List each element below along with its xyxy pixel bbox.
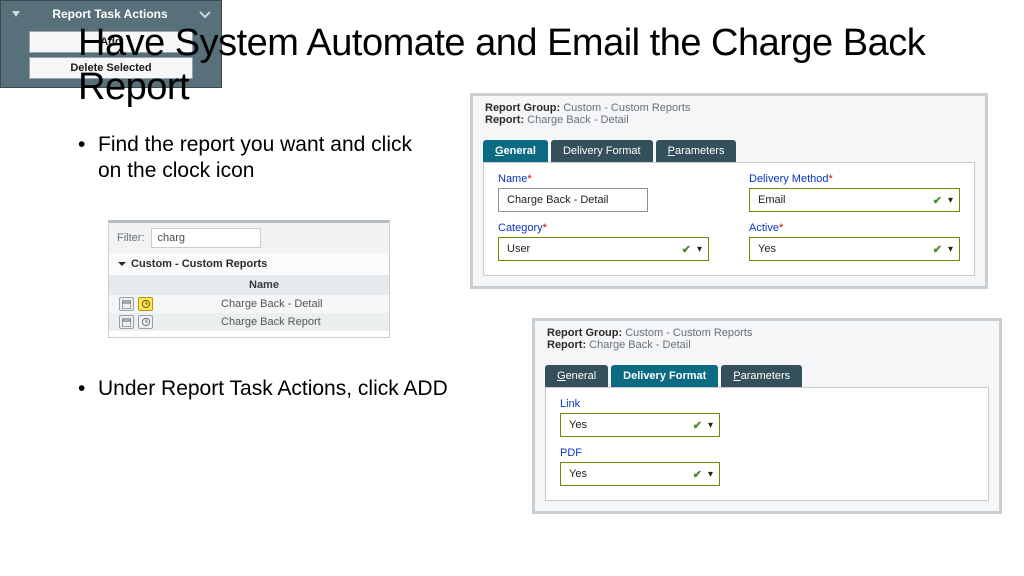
chevron-down-icon: ▾ [706,420,715,431]
tab-parameters[interactable]: Parameters [721,365,802,387]
chevron-down-icon: ▾ [946,195,955,206]
check-icon: ✔ [933,194,946,207]
report-group-value: Custom - Custom Reports [563,102,690,114]
panel-title: Report Task Actions [52,7,167,21]
check-icon: ✔ [682,243,695,256]
filter-input[interactable] [151,228,261,248]
check-icon: ✔ [693,419,706,432]
name-label: Name* [498,173,709,185]
screenshot-filter-panel: Filter: Custom - Custom Reports Name Cha… [108,220,390,338]
filter-label: Filter: [117,232,145,244]
screenshot-form-delivery-format: Report Group: Custom - Custom Reports Re… [532,318,1002,514]
tab-delivery-format[interactable]: Delivery Format [611,365,718,387]
screenshot-form-general: Report Group: Custom - Custom Reports Re… [470,93,988,289]
report-label: Report: [547,339,586,351]
report-value: Charge Back - Detail [589,339,691,351]
chevron-down-icon: ▾ [706,469,715,480]
tab-general[interactable]: General [545,365,608,387]
dropdown-triangle-icon[interactable] [11,9,21,19]
active-select[interactable]: Yes✔▾ [749,237,960,261]
report-group-value: Custom - Custom Reports [625,327,752,339]
tab-parameters[interactable]: Parameters [656,140,737,162]
tab-general[interactable]: General [483,140,548,162]
report-name: Charge Back Report [221,316,321,328]
clock-icon[interactable] [138,315,153,329]
bullet-2: Under Report Task Actions, click ADD [78,376,458,402]
link-select[interactable]: Yes✔▾ [560,413,720,437]
table-row[interactable]: Charge Back - Detail [109,295,389,313]
chevron-down-icon: ▾ [695,244,704,255]
check-icon: ✔ [933,243,946,256]
column-header-name: Name [109,275,389,295]
report-value: Charge Back - Detail [527,114,629,126]
active-label: Active* [749,222,960,234]
calendar-icon[interactable] [119,297,134,311]
chevron-down-icon[interactable] [117,259,127,269]
category-label: Category* [498,222,709,234]
category-select[interactable]: User✔▾ [498,237,709,261]
delivery-method-label: Delivery Method* [749,173,960,185]
delivery-method-select[interactable]: Email✔▾ [749,188,960,212]
chevron-down-icon[interactable] [199,9,211,19]
report-name: Charge Back - Detail [221,298,323,310]
calendar-icon[interactable] [119,315,134,329]
group-label: Custom - Custom Reports [131,258,267,270]
check-icon: ✔ [693,468,706,481]
pdf-select[interactable]: Yes✔▾ [560,462,720,486]
chevron-down-icon: ▾ [946,244,955,255]
pdf-label: PDF [560,447,720,459]
bullet-1: Find the report you want and click on th… [78,132,428,185]
report-group-label: Report Group: [485,102,560,114]
name-input[interactable]: Charge Back - Detail [498,188,648,212]
report-label: Report: [485,114,524,126]
table-row[interactable]: Charge Back Report [109,313,389,331]
report-group-label: Report Group: [547,327,622,339]
clock-icon[interactable] [138,297,153,311]
tab-delivery-format[interactable]: Delivery Format [551,140,653,162]
link-label: Link [560,398,720,410]
